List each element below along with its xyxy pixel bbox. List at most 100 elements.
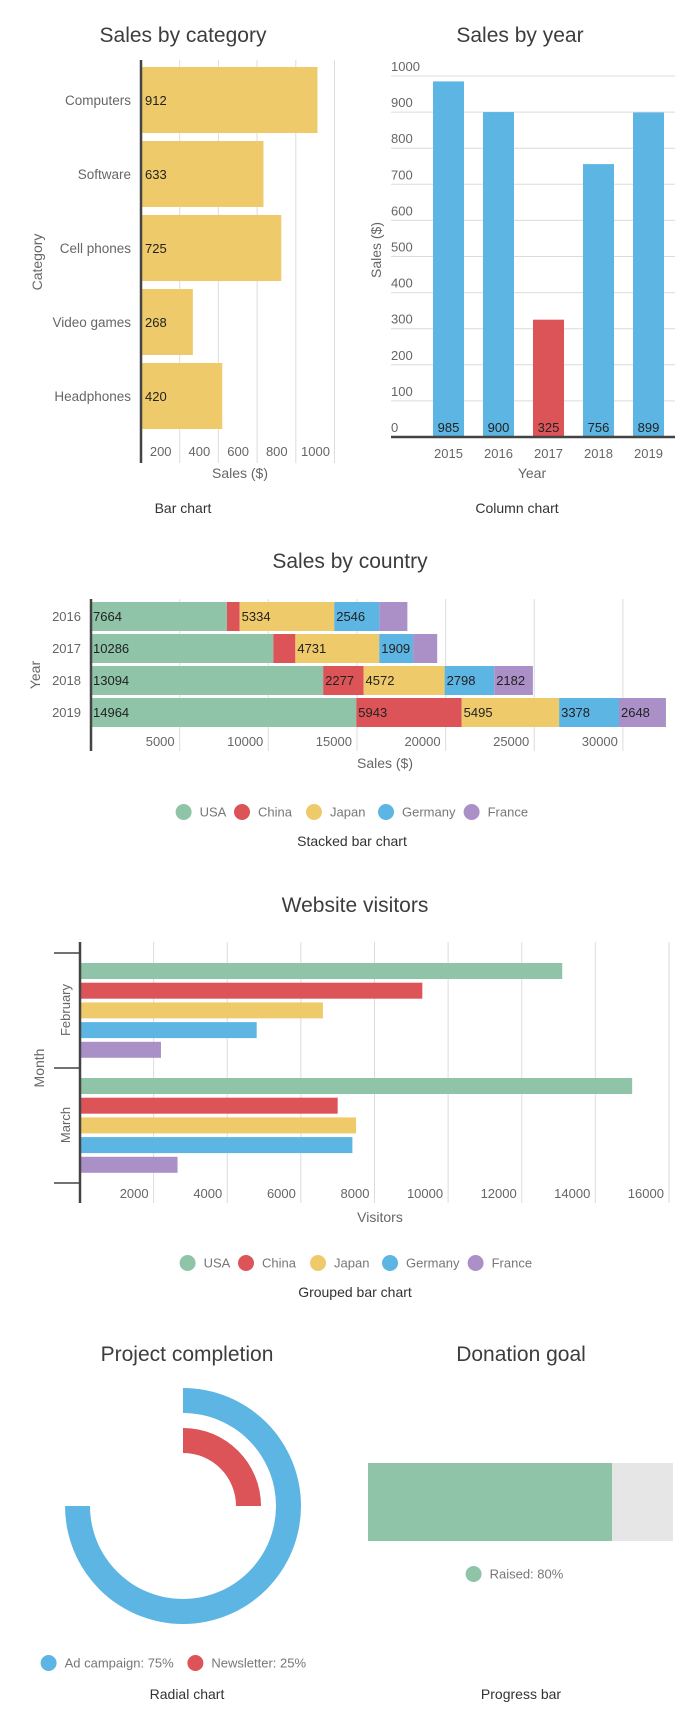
column-chart-bar-2016 (483, 112, 514, 437)
column-chart-value-label: 900 (488, 420, 510, 435)
stacked-chart-value-label: 7664 (93, 609, 122, 624)
charts-canvas: Sales by category200 400 600 800 1000912Comp… (27, 24, 675, 1702)
stacked-chart-legend-label-france: France (488, 805, 528, 820)
grouped-chart-bar-february-japan (80, 1002, 323, 1019)
stacked-chart-value-label: 1909 (381, 641, 410, 656)
stacked-chart-legend-swatch-france (463, 804, 480, 820)
radial-chart-title: Project completion (101, 1343, 274, 1366)
bar-chart-x-tick: 400 (189, 444, 211, 459)
grouped-chart-caption: Grouped bar chart (298, 1284, 412, 1300)
grouped-chart-x-tick: 8000 (341, 1186, 370, 1201)
bar-chart-x-tick: 800 (266, 444, 288, 459)
stacked-chart-segment-france-2017 (413, 634, 438, 663)
stacked-chart-y-tick: 2017 (52, 641, 81, 656)
bar-chart-category-label: Cell phones (60, 241, 132, 256)
progress-chart-legend-swatch-raised (465, 1566, 482, 1582)
column-chart-x-tick: 2015 (434, 446, 463, 461)
column-chart-y-axis-title: Sales ($) (368, 222, 384, 278)
stacked-chart-value-label: 14964 (93, 705, 129, 720)
grouped-chart-bar-february-france (80, 1041, 161, 1058)
grouped-chart-legend-swatch-france (467, 1255, 484, 1271)
bar-chart-value-label: 633 (145, 167, 167, 182)
grouped-chart-legend-label-usa: USA (204, 1256, 231, 1271)
bar-chart-category-label: Video games (52, 315, 131, 330)
stacked-chart-segment-china-2017 (273, 634, 296, 663)
grouped-chart-legend-label-japan: Japan (334, 1256, 369, 1271)
stacked-chart-x-tick: 10000 (227, 734, 263, 749)
grouped-chart-x-tick: 2000 (120, 1186, 149, 1201)
grouped-chart-x-tick: 4000 (193, 1186, 222, 1201)
stacked-chart-y-tick: 2018 (52, 673, 81, 688)
grouped-chart-bar-march-japan (80, 1117, 357, 1134)
bar-chart-x-axis-title: Sales ($) (212, 465, 268, 481)
column-chart-value-label: 756 (588, 420, 610, 435)
stacked-chart-legend-label-japan: Japan (330, 805, 365, 820)
radial-chart-arc-ad-campaign (65, 1388, 301, 1624)
stacked-chart-legend-swatch-germany (378, 804, 394, 820)
stacked-chart-value-label: 5495 (464, 705, 493, 720)
column-chart-x-axis-title: Year (518, 465, 547, 481)
stacked-chart-x-tick: 30000 (582, 734, 618, 749)
bar-chart-category-label: Headphones (54, 389, 131, 404)
bar-chart-x-tick: 1000 (301, 444, 330, 459)
column-chart-value-label: 985 (438, 420, 460, 435)
grouped-chart-legend-label-germany: Germany (406, 1256, 460, 1271)
stacked-chart-legend-label-usa: USA (200, 805, 227, 820)
bar-chart-category-label: Computers (65, 93, 131, 108)
column-chart-y-tick: 1000 (391, 59, 420, 74)
grouped-chart-bar-march-usa (80, 1078, 633, 1094)
column-chart-title: Sales by year (456, 24, 583, 47)
grouped-chart-x-tick: 12000 (481, 1186, 517, 1201)
column-chart-x-tick: 2016 (484, 446, 513, 461)
progress-chart-title: Donation goal (456, 1343, 586, 1366)
grouped-chart-x-axis-title: Visitors (357, 1209, 403, 1225)
grouped-chart-y-category-label: February (58, 983, 73, 1036)
column-chart-x-tick: 2019 (634, 446, 663, 461)
grouped-chart-legend-swatch-usa (179, 1255, 196, 1271)
column-chart-y-tick: 400 (391, 276, 413, 291)
bar-chart-value-label: 912 (145, 93, 167, 108)
grouped-chart-legend-label-china: China (262, 1256, 297, 1271)
column-chart-x-tick: 2017 (534, 446, 563, 461)
grouped-chart-bar-february-usa (80, 963, 563, 979)
grouped-chart-bar-march-germany (80, 1137, 353, 1154)
grouped-chart-y-category-label: March (58, 1107, 73, 1143)
stacked-chart-legend-swatch-usa (175, 804, 192, 820)
grouped-chart-bar-march-china (80, 1097, 338, 1114)
stacked-chart-legend-swatch-china (234, 804, 250, 820)
stacked-chart-legend-label-germany: Germany (402, 805, 456, 820)
column-chart-x-tick: 2018 (584, 446, 613, 461)
column-chart-bar-2015 (433, 81, 464, 437)
stacked-chart-y-tick: 2019 (52, 705, 81, 720)
bar-chart-value-label: 268 (145, 315, 167, 330)
column-chart-y-tick: 600 (391, 203, 413, 218)
stacked-chart-value-label: 2798 (447, 673, 476, 688)
radial-chart-legend-label-ad-campaign: Ad campaign: 75% (65, 1656, 175, 1671)
stacked-chart-y-tick: 2016 (52, 609, 81, 624)
grouped-chart-title: Website visitors (282, 894, 429, 917)
stacked-chart-value-label: 2546 (336, 609, 365, 624)
radial-chart-legend-label-newsletter: Newsletter: 25% (211, 1656, 306, 1671)
stacked-chart-x-tick: 5000 (146, 734, 175, 749)
column-chart-y-tick: 700 (391, 167, 413, 182)
grouped-chart-x-tick: 6000 (267, 1186, 296, 1201)
radial-chart-legend-swatch-ad-campaign (40, 1655, 57, 1671)
grouped-chart-legend-label-france: France (492, 1256, 532, 1271)
column-chart-y-tick: 100 (391, 384, 413, 399)
grouped-chart-x-tick: 14000 (554, 1186, 590, 1201)
column-chart-value-label: 325 (538, 420, 560, 435)
stacked-chart-value-label: 5943 (358, 705, 387, 720)
grouped-chart-legend-swatch-japan (310, 1255, 326, 1271)
stacked-chart-value-label: 4731 (297, 641, 326, 656)
column-chart-y-tick: 800 (391, 131, 413, 146)
bar-chart-value-label: 725 (145, 241, 167, 256)
grouped-chart-legend-swatch-germany (382, 1255, 398, 1271)
progress-bar-fill (368, 1463, 612, 1541)
stacked-chart-value-label: 2182 (496, 673, 525, 688)
bar-chart-title: Sales by category (100, 24, 267, 47)
stacked-chart-x-tick: 20000 (404, 734, 440, 749)
grouped-chart-bar-february-germany (80, 1022, 257, 1039)
column-chart-bar-2019 (633, 112, 664, 437)
grouped-chart-legend-swatch-china (238, 1255, 254, 1271)
bar-chart-y-axis-title: Category (29, 234, 45, 291)
